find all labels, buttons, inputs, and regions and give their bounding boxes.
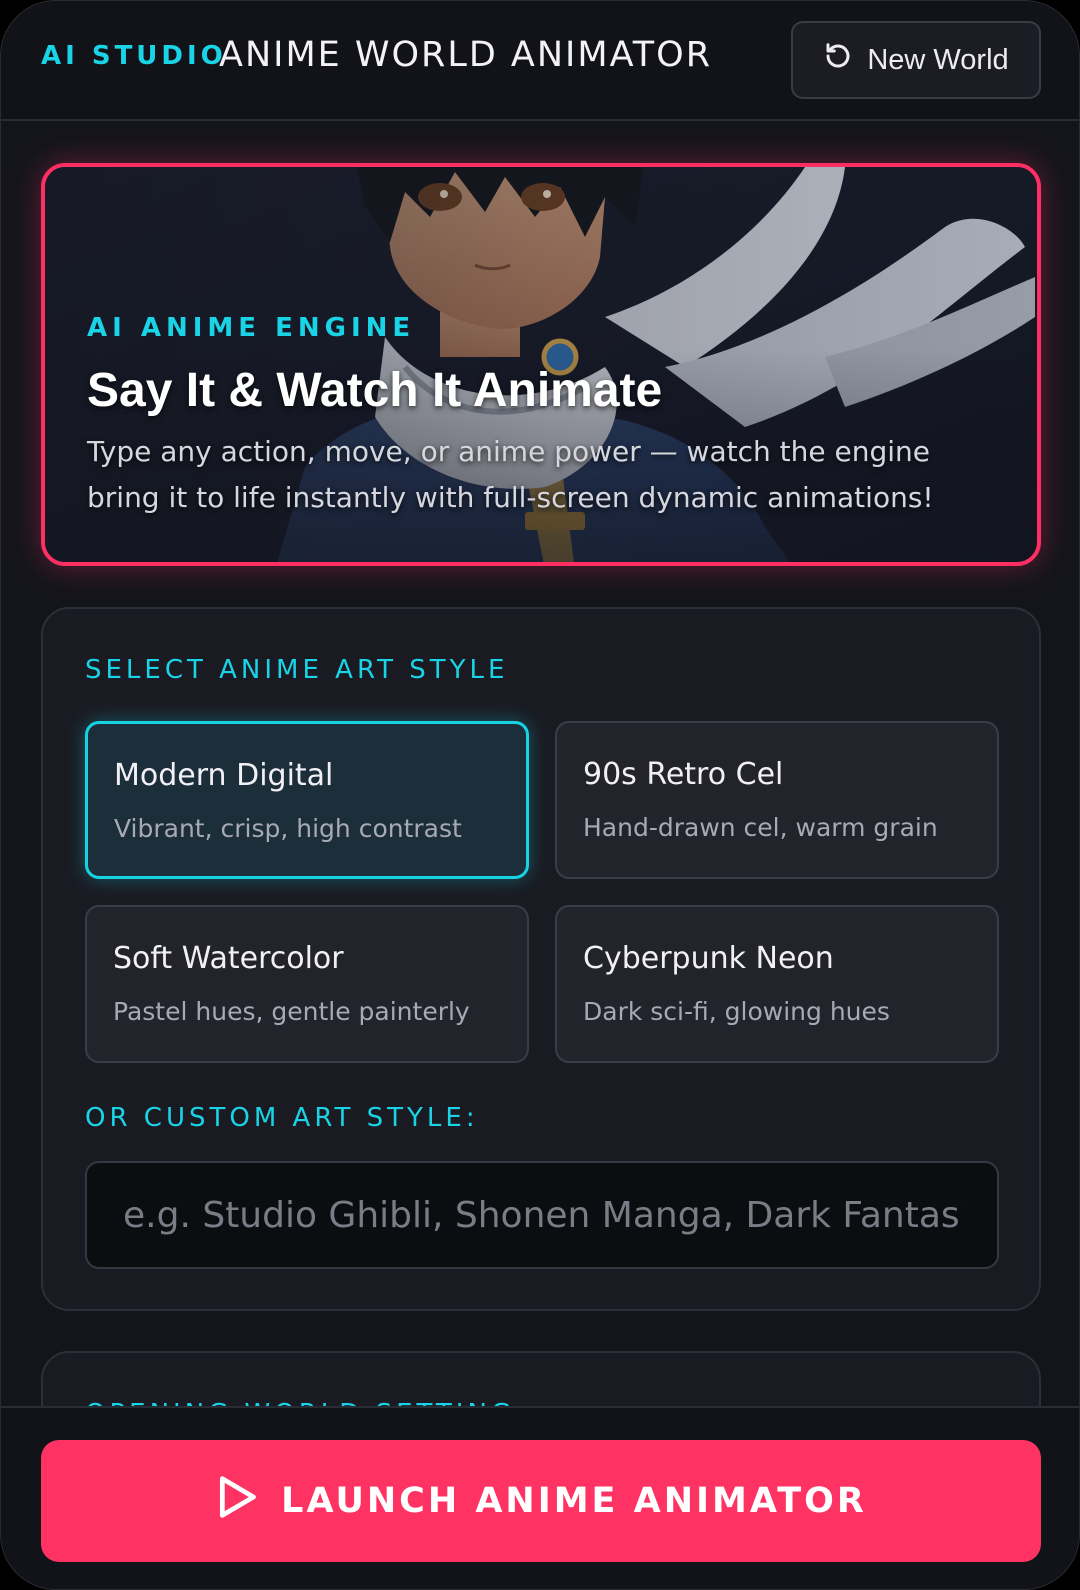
style-option-90s-retro-cel[interactable]: 90s Retro Cel Hand-drawn cel, warm grain (555, 721, 999, 879)
launch-label: LAUNCH ANIME ANIMATOR (281, 1481, 867, 1521)
hero-eyebrow: AI ANIME ENGINE (87, 313, 416, 343)
style-option-desc: Pastel hues, gentle painterly (113, 997, 470, 1026)
play-icon (215, 1473, 259, 1530)
app-screen: AI STUDIO ANIME WORLD ANIMATOR New World (0, 0, 1080, 1590)
page-title: ANIME WORLD ANIMATOR (219, 35, 713, 75)
style-option-desc: Hand-drawn cel, warm grain (583, 813, 938, 842)
new-world-button[interactable]: New World (791, 21, 1041, 99)
brand-label: AI STUDIO (41, 41, 227, 71)
hero-banner: AI ANIME ENGINE Say It & Watch It Animat… (41, 163, 1041, 566)
style-option-modern-digital[interactable]: Modern Digital Vibrant, crisp, high cont… (85, 721, 529, 879)
app-footer: LAUNCH ANIME ANIMATOR (1, 1406, 1079, 1589)
style-option-soft-watercolor[interactable]: Soft Watercolor Pastel hues, gentle pain… (85, 905, 529, 1063)
style-option-desc: Vibrant, crisp, high contrast (114, 814, 462, 843)
hero-title: Say It & Watch It Animate (87, 364, 663, 417)
style-option-name: Modern Digital (114, 758, 334, 793)
style-option-name: 90s Retro Cel (583, 757, 784, 792)
custom-style-label: OR CUSTOM ART STYLE: (85, 1103, 479, 1133)
art-style-panel: SELECT ANIME ART STYLE Modern Digital Vi… (41, 607, 1041, 1311)
style-option-name: Soft Watercolor (113, 941, 344, 976)
app-header: AI STUDIO ANIME WORLD ANIMATOR New World (1, 1, 1079, 121)
hero-description: Type any action, move, or anime power — … (87, 435, 934, 514)
launch-animator-button[interactable]: LAUNCH ANIME ANIMATOR (41, 1440, 1041, 1562)
art-style-label: SELECT ANIME ART STYLE (85, 655, 509, 685)
new-world-label: New World (867, 43, 1009, 76)
style-option-desc: Dark sci-fi, glowing hues (583, 997, 890, 1026)
custom-style-input[interactable] (85, 1161, 999, 1269)
refresh-icon (823, 41, 853, 79)
style-option-cyberpunk-neon[interactable]: Cyberpunk Neon Dark sci-fi, glowing hues (555, 905, 999, 1063)
style-option-name: Cyberpunk Neon (583, 941, 834, 976)
